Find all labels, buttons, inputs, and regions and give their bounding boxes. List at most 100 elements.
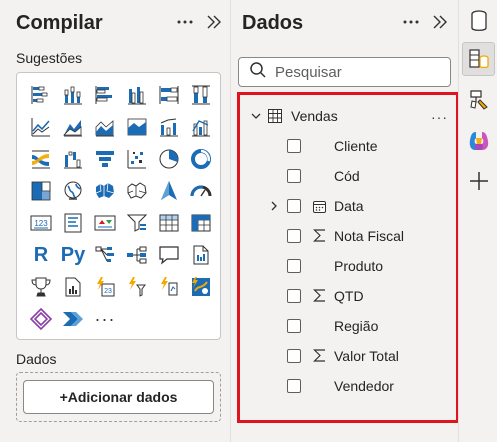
build-pane: Compilar Sugestões 123 R Py 23 ··· Dados… [0, 0, 231, 442]
pie-chart-icon[interactable] [153, 143, 185, 175]
filled-map-icon[interactable] [89, 175, 121, 207]
line-clustered-column-chart-icon[interactable] [153, 111, 185, 143]
card-icon[interactable]: 123 [25, 207, 57, 239]
field-checkbox[interactable] [287, 259, 301, 273]
table-row-vendas[interactable]: Vendas ··· [240, 101, 456, 131]
key-influencers-icon[interactable] [89, 239, 121, 271]
visualizations-gallery: 123 R Py 23 ··· [16, 72, 221, 340]
treemap-icon[interactable] [25, 175, 57, 207]
azure-map-icon[interactable] [153, 175, 185, 207]
add-data-dropzone: +Adicionar dados [16, 372, 221, 422]
build-pane-title: Compilar [16, 12, 103, 34]
field-row[interactable]: Valor Total [240, 341, 456, 371]
multi-row-card-icon[interactable] [57, 207, 89, 239]
ribbon-chart-icon[interactable] [25, 143, 57, 175]
scatter-chart-icon[interactable] [121, 143, 153, 175]
field-label: Vendedor [334, 378, 394, 394]
field-row[interactable]: QTD [240, 281, 456, 311]
calendar-icon [312, 199, 327, 214]
field-row[interactable]: Região [240, 311, 456, 341]
matrix-icon[interactable] [185, 207, 217, 239]
r-visual-label: R [33, 243, 49, 266]
clustered-bar-chart-icon[interactable] [89, 79, 121, 111]
field-checkbox[interactable] [287, 379, 301, 393]
decomposition-tree-icon[interactable] [121, 239, 153, 271]
chevron-right-icon[interactable] [268, 200, 280, 212]
add-data-button[interactable]: +Adicionar dados [23, 380, 214, 414]
funnel-chart-icon[interactable] [89, 143, 121, 175]
diamond-icon[interactable] [25, 303, 57, 335]
donut-chart-icon[interactable] [185, 143, 217, 175]
field-label: Produto [334, 258, 384, 274]
field-row[interactable]: Vendedor [240, 371, 456, 401]
field-row[interactable]: Nota Fiscal [240, 221, 456, 251]
cylinder-icon[interactable] [462, 4, 495, 38]
more-visuals-icon[interactable]: ··· [89, 303, 121, 335]
waterfall-chart-icon[interactable] [57, 143, 89, 175]
field-checkbox[interactable] [287, 319, 301, 333]
ellipsis-icon[interactable] [401, 12, 421, 37]
sigma-icon [313, 348, 326, 363]
field-checkbox[interactable] [287, 349, 301, 363]
paginated-report-icon[interactable] [185, 239, 217, 271]
stacked-bar-chart-icon[interactable] [25, 79, 57, 111]
copilot-icon[interactable] [462, 124, 495, 158]
gauge-icon[interactable] [185, 175, 217, 207]
stacked-column-chart-icon[interactable] [57, 79, 89, 111]
suggestions-label: Sugestões [16, 50, 83, 66]
power-apps-icon[interactable]: 23 [89, 271, 121, 303]
field-row[interactable]: Produto [240, 251, 456, 281]
r-visual-icon[interactable]: R [25, 239, 57, 271]
line-chart-icon[interactable] [25, 111, 57, 143]
double-chevron-right-icon[interactable] [205, 12, 223, 37]
field-row[interactable]: Cód [240, 161, 456, 191]
data-pane-icon[interactable] [462, 42, 495, 76]
python-visual-label: Py [60, 243, 86, 266]
field-label: Data [334, 198, 364, 214]
100-stacked-column-chart-icon[interactable] [185, 79, 217, 111]
map-icon[interactable] [57, 175, 89, 207]
table-more-options[interactable]: ··· [431, 109, 448, 125]
area-chart-icon[interactable] [57, 111, 89, 143]
trophy-icon[interactable] [25, 271, 57, 303]
field-checkbox[interactable] [287, 199, 301, 213]
table-icon [267, 108, 283, 124]
line-stacked-column-chart-icon[interactable] [185, 111, 217, 143]
table-icon[interactable] [153, 207, 185, 239]
field-checkbox[interactable] [287, 229, 301, 243]
field-checkbox[interactable] [287, 169, 301, 183]
metrics-icon[interactable] [153, 271, 185, 303]
narrative-icon[interactable] [57, 271, 89, 303]
shape-map-icon[interactable] [121, 175, 153, 207]
svg-text:23: 23 [104, 288, 112, 295]
power-automate-arrow-icon[interactable] [57, 303, 89, 335]
double-chevron-right-icon[interactable] [431, 12, 449, 37]
python-visual-icon[interactable]: Py [57, 239, 89, 271]
chevron-down-icon[interactable] [250, 110, 262, 122]
clustered-column-chart-icon[interactable] [121, 79, 153, 111]
add-icon[interactable] [462, 164, 495, 198]
fields-tree: Vendas ··· Cliente Cód Data Nota Fiscal … [237, 92, 459, 423]
field-label: Cód [334, 168, 360, 184]
data-pane: Dados Vendas ··· Cliente [232, 0, 459, 442]
stacked-area-chart-icon[interactable] [89, 111, 121, 143]
qa-icon[interactable] [153, 239, 185, 271]
power-automate-icon[interactable] [121, 271, 153, 303]
kpi-icon[interactable] [89, 207, 121, 239]
format-brush-icon[interactable] [462, 82, 495, 116]
sigma-icon [313, 228, 326, 243]
search-input[interactable] [275, 63, 445, 81]
search-box [238, 57, 451, 87]
field-row[interactable]: Data [240, 191, 456, 221]
slicer-icon[interactable] [121, 207, 153, 239]
pane-switcher-rail [458, 0, 497, 442]
search-icon [249, 61, 267, 84]
ellipsis-icon[interactable] [175, 12, 195, 37]
field-checkbox[interactable] [287, 139, 301, 153]
arcgis-icon[interactable] [185, 271, 217, 303]
field-checkbox[interactable] [287, 289, 301, 303]
field-row[interactable]: Cliente [240, 131, 456, 161]
100-stacked-bar-chart-icon[interactable] [153, 79, 185, 111]
100-stacked-area-chart-icon[interactable] [121, 111, 153, 143]
data-pane-title: Dados [242, 12, 304, 34]
